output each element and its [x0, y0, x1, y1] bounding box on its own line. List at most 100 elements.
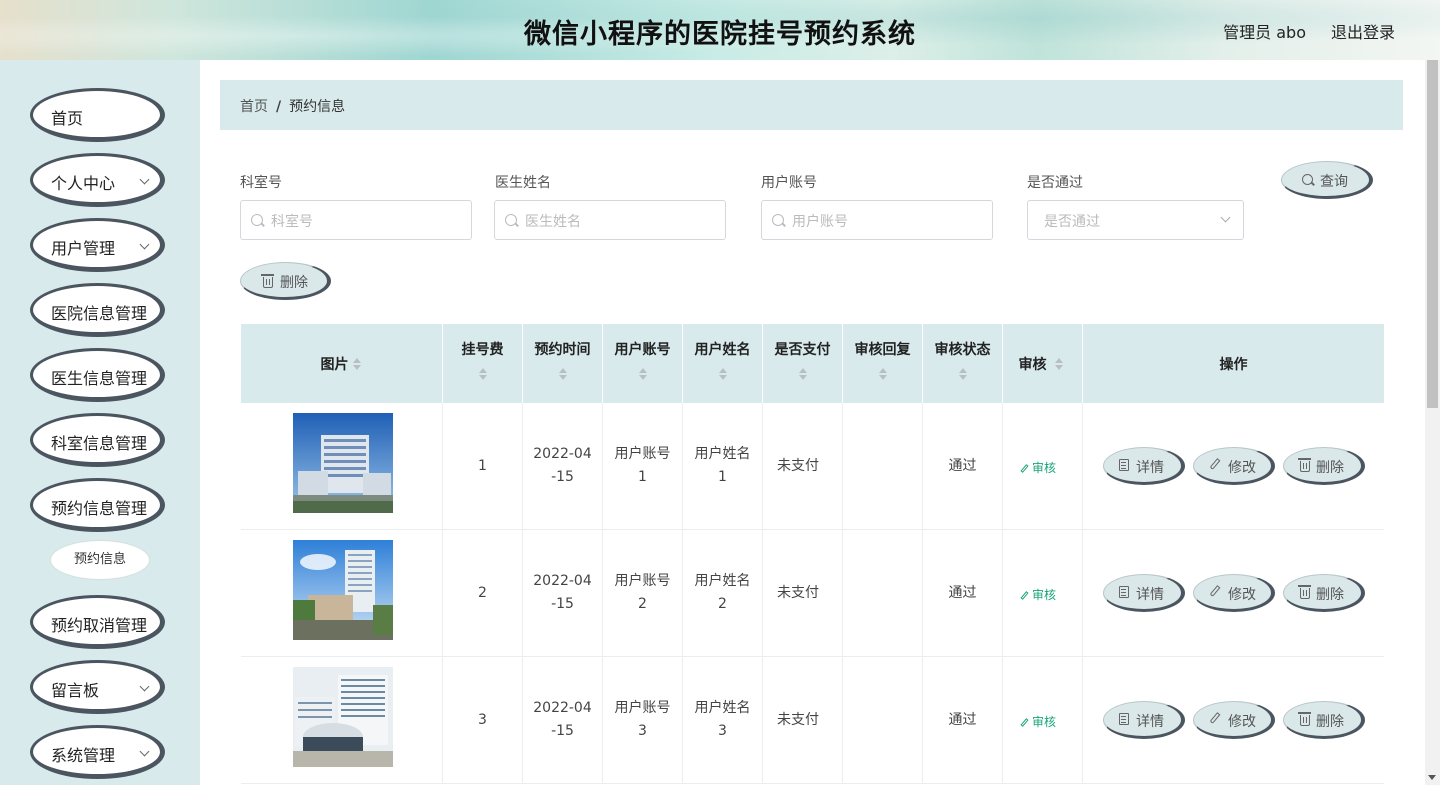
top-header: 微信小程序的医院挂号预约系统 管理员 abo 退出登录 [0, 0, 1440, 60]
username-value: 用户姓名 [694, 446, 751, 462]
search-icon [772, 214, 784, 226]
delete-button[interactable]: 删除 [1283, 447, 1365, 485]
header-label: 审核回复 [854, 342, 911, 358]
chevron-down-icon [139, 174, 150, 185]
status-value: 通过 [948, 458, 977, 474]
approved-placeholder: 是否通过 [1044, 214, 1100, 230]
paid-cell: 未支付 [763, 530, 843, 657]
paid-value: 未支付 [777, 458, 819, 474]
sidebar-item-appointment-management[interactable]: 预约信息管理 [30, 478, 165, 532]
department-no-input[interactable]: 科室号 [240, 200, 472, 240]
breadcrumb-current: 预约信息 [289, 99, 346, 115]
sort-icon[interactable] [353, 358, 361, 370]
edit-button[interactable]: 修改 [1193, 447, 1275, 485]
table-header: 图片 挂号费 预约时间 用户账号 用户姓名 是否支付 审核回复 审核状态 审核 … [241, 324, 1384, 403]
sidebar-item-doctor-info[interactable]: 医生信息管理 [30, 348, 165, 402]
sort-icon[interactable] [559, 368, 567, 380]
sidebar-item-user-management[interactable]: 用户管理 [30, 218, 165, 272]
sidebar-item-department-info[interactable]: 科室信息管理 [30, 413, 165, 467]
scroll-down-arrow-icon[interactable] [1428, 775, 1436, 780]
image-cell [241, 530, 443, 657]
time-value: -15 [551, 723, 574, 739]
delete-label: 删除 [1316, 460, 1344, 476]
header-label: 操作 [1219, 357, 1248, 373]
sidebar-item-system-management[interactable]: 系统管理 [30, 725, 165, 779]
sidebar-item-label: 医生信息管理 [51, 369, 148, 388]
breadcrumb-home[interactable]: 首页 [240, 99, 268, 115]
sidebar-item-personal-center[interactable]: 个人中心 [30, 153, 165, 207]
status-value: 通过 [948, 585, 977, 601]
sort-icon[interactable] [479, 368, 487, 380]
sidebar-item-label: 系统管理 [51, 746, 116, 765]
sort-icon[interactable] [639, 368, 647, 380]
header-label: 挂号费 [461, 342, 504, 358]
detail-label: 详情 [1136, 587, 1164, 603]
account-cell: 用户账号 3 [603, 657, 683, 784]
sort-icon[interactable] [799, 368, 807, 380]
search-icon [251, 214, 263, 226]
column-header-time[interactable]: 预约时间 [523, 324, 603, 403]
scrollbar-thumb[interactable] [1427, 60, 1438, 408]
sidebar-item-hospital-info[interactable]: 医院信息管理 [30, 283, 165, 337]
column-header-status[interactable]: 审核状态 [923, 324, 1003, 403]
time-cell: 2022-04 -15 [523, 530, 603, 657]
sidebar-item-message-board[interactable]: 留言板 [30, 660, 165, 714]
delete-button[interactable]: 删除 [1283, 574, 1365, 612]
edit-icon [1209, 458, 1221, 470]
edit-button[interactable]: 修改 [1193, 574, 1275, 612]
hospital-image [293, 413, 393, 513]
user-account-input[interactable]: 用户账号 [761, 200, 993, 240]
delete-label: 删除 [1316, 587, 1344, 603]
page-scrollbar[interactable] [1425, 60, 1440, 785]
query-button[interactable]: 查询 [1281, 161, 1373, 199]
sidebar: 首页 个人中心 用户管理 医院信息管理 医生信息管理 科室信息管理 预约信息管理… [0, 60, 200, 785]
reply-cell [843, 530, 923, 657]
account-value: 2 [638, 596, 647, 612]
trash-icon [1298, 458, 1311, 472]
audit-link[interactable]: 审核 [1020, 586, 1056, 603]
time-value: -15 [551, 469, 574, 485]
doctor-name-input[interactable]: 医生姓名 [494, 200, 726, 240]
detail-label: 详情 [1136, 714, 1164, 730]
column-header-account[interactable]: 用户账号 [603, 324, 683, 403]
username-value: 3 [718, 723, 727, 739]
detail-label: 详情 [1136, 460, 1164, 476]
audit-label: 审核 [1032, 715, 1057, 729]
sidebar-item-cancel-management[interactable]: 预约取消管理 [30, 595, 165, 649]
column-header-username[interactable]: 用户姓名 [683, 324, 763, 403]
edit-button[interactable]: 修改 [1193, 701, 1275, 739]
column-header-fee[interactable]: 挂号费 [443, 324, 523, 403]
sidebar-item-label: 预约取消管理 [51, 616, 148, 635]
edit-icon [1020, 591, 1029, 600]
fee-cell: 3 [443, 657, 523, 784]
audit-link[interactable]: 审核 [1020, 713, 1057, 730]
sidebar-item-home[interactable]: 首页 [30, 88, 165, 142]
table-row: 3 2022-04 -15 用户账号 3 用户姓名 3 未支付 通过 审核 详情… [241, 657, 1384, 784]
audit-link[interactable]: 审核 [1020, 459, 1057, 476]
sidebar-subitem-appointment-info[interactable]: 预约信息 [50, 540, 150, 580]
sort-icon[interactable] [879, 368, 887, 380]
sort-icon[interactable] [719, 368, 727, 380]
column-header-audit[interactable]: 审核 [1003, 324, 1083, 403]
audit-label: 审核 [1032, 461, 1057, 475]
header-label: 审核 [1018, 357, 1047, 373]
approved-select[interactable]: 是否通过 [1027, 200, 1244, 240]
detail-button[interactable]: 详情 [1103, 447, 1185, 485]
bulk-delete-button[interactable]: 删除 [240, 262, 331, 300]
detail-button[interactable]: 详情 [1103, 574, 1185, 612]
column-header-image[interactable]: 图片 [241, 324, 443, 403]
audit-cell: 审核 [1003, 403, 1083, 530]
doctor-name-label: 医生姓名 [495, 175, 551, 191]
status-cell: 通过 [923, 657, 1003, 784]
bulk-delete-label: 删除 [280, 275, 308, 291]
delete-button[interactable]: 删除 [1283, 701, 1365, 739]
sort-icon[interactable] [959, 368, 967, 380]
fee-cell: 1 [443, 403, 523, 530]
trash-icon [1298, 712, 1311, 726]
time-cell: 2022-04 -15 [523, 403, 603, 530]
column-header-paid[interactable]: 是否支付 [763, 324, 843, 403]
column-header-reply[interactable]: 审核回复 [843, 324, 923, 403]
detail-button[interactable]: 详情 [1103, 701, 1185, 739]
sort-icon[interactable] [1055, 358, 1063, 370]
logout-link[interactable]: 退出登录 [1331, 19, 1395, 43]
